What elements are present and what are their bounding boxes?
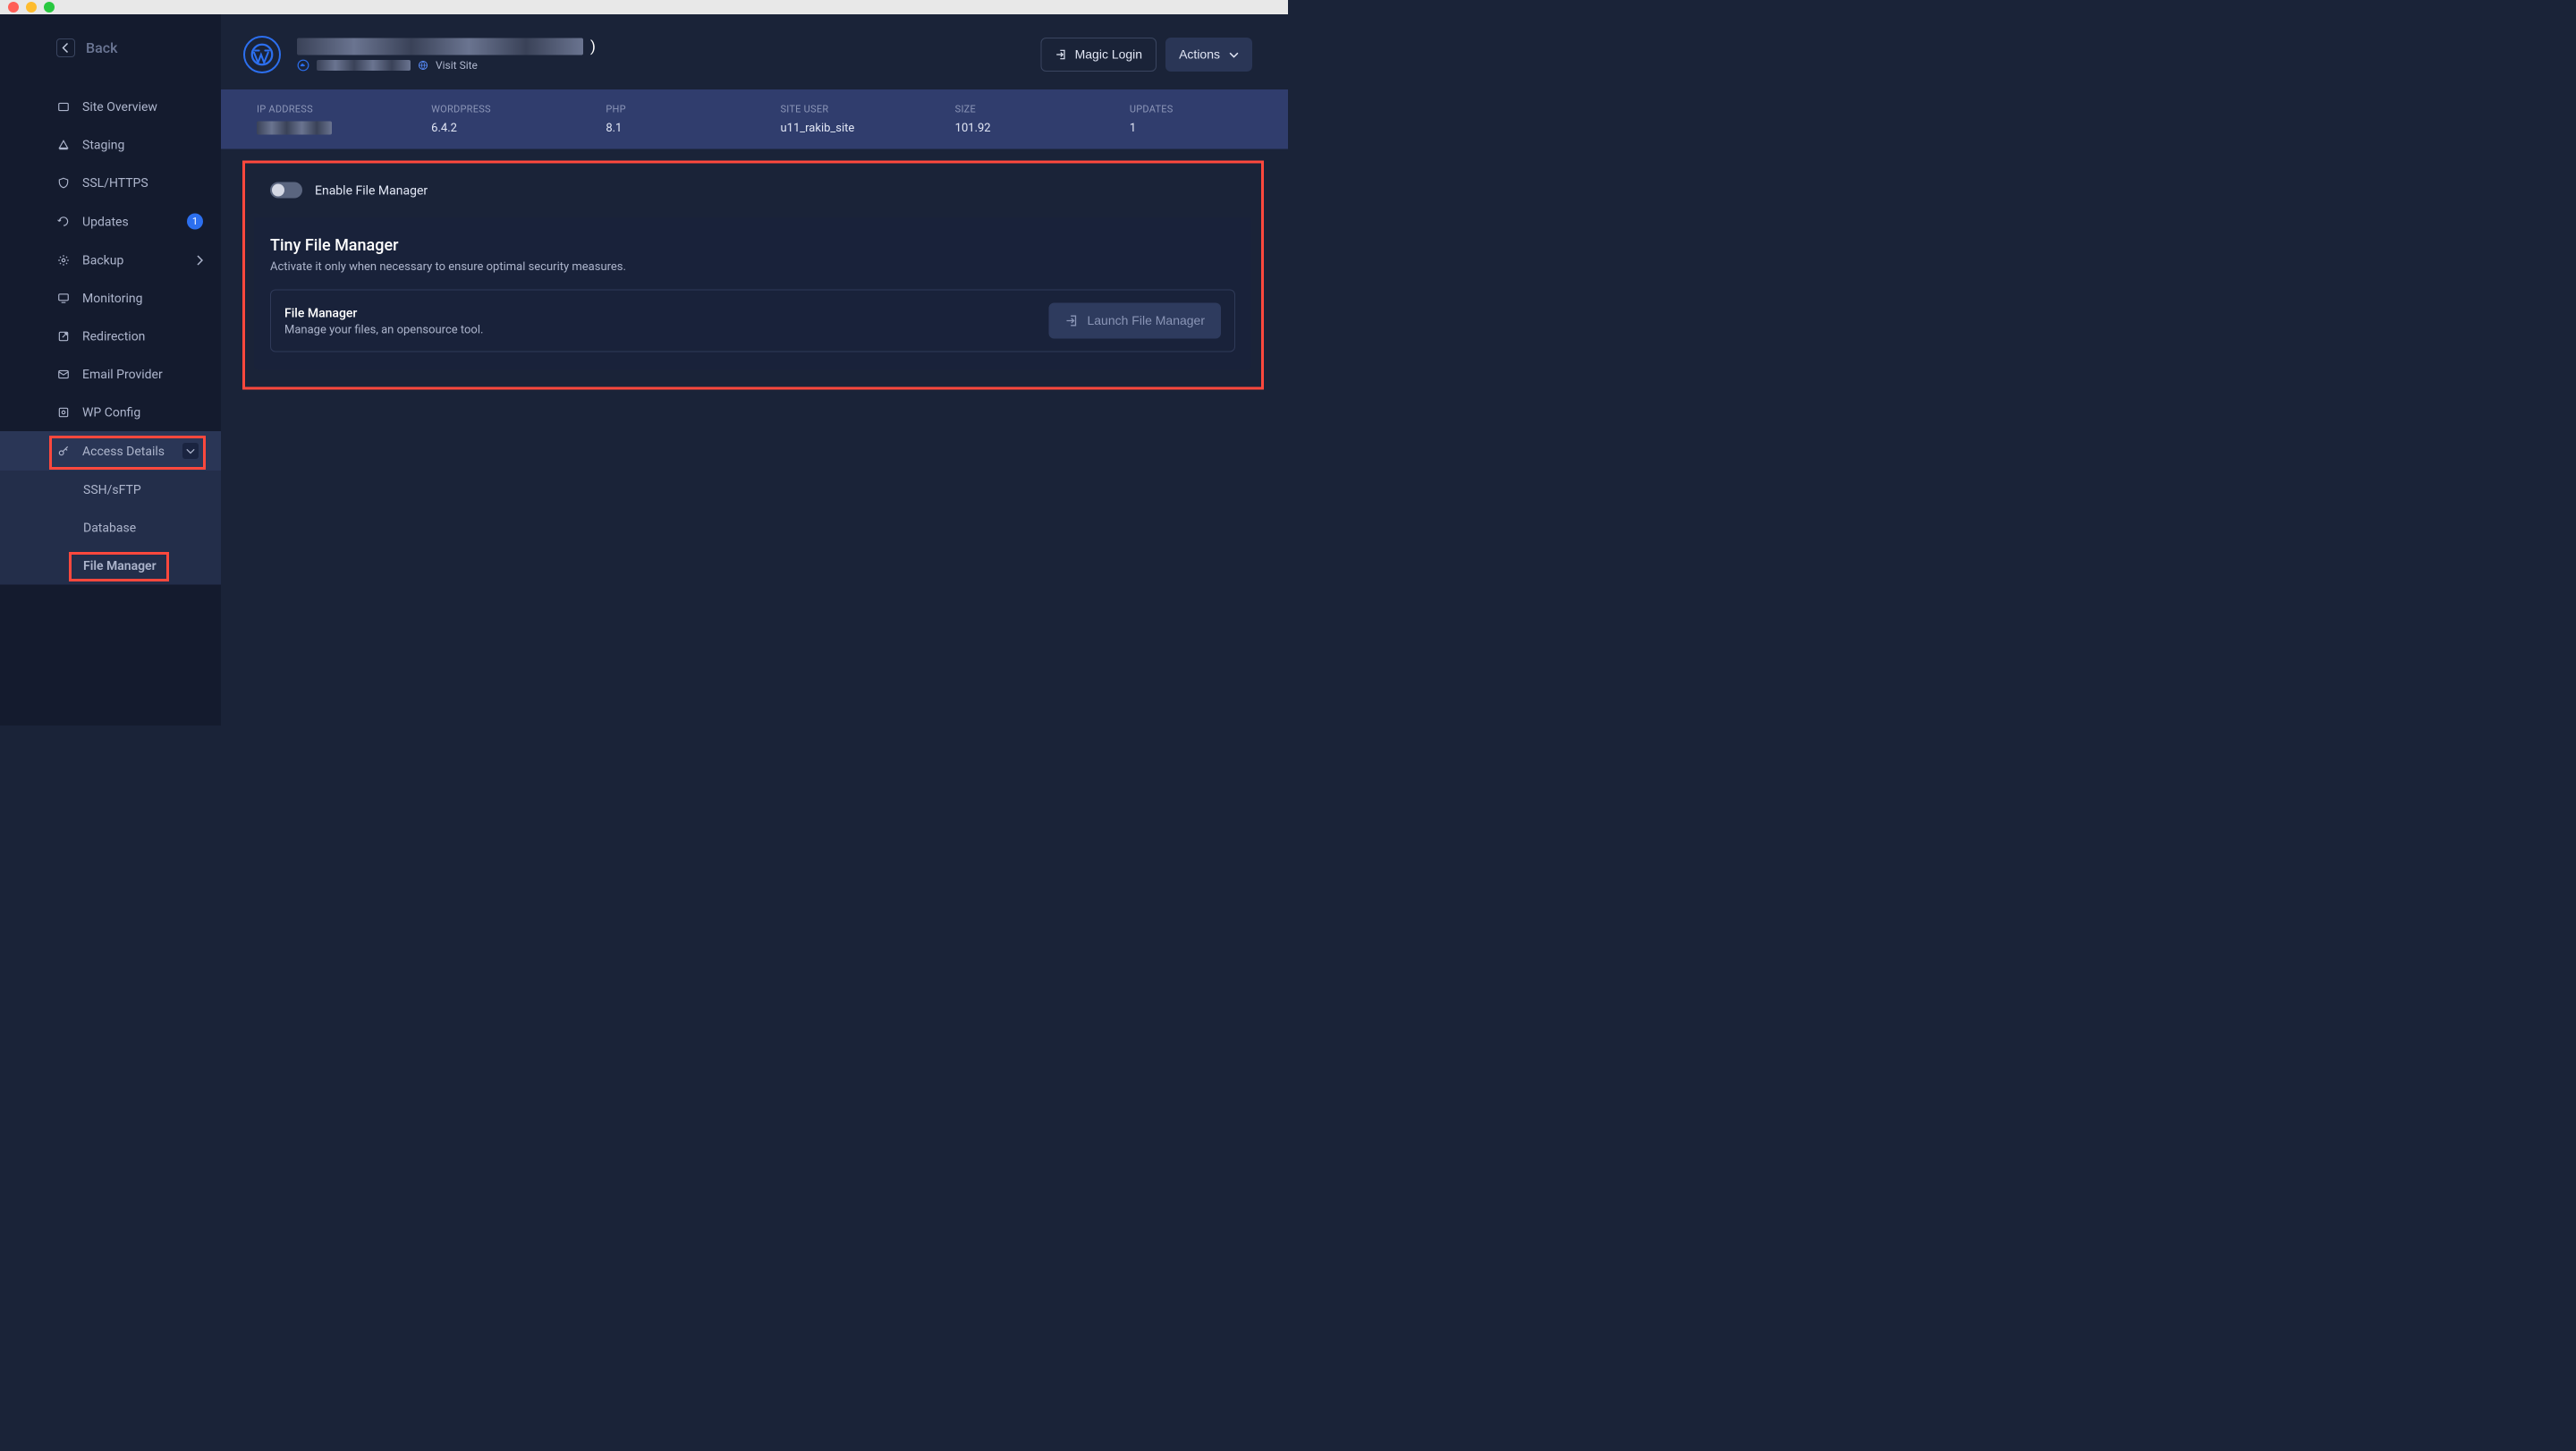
sidebar-item-ssl-https[interactable]: SSL/HTTPS bbox=[0, 164, 221, 202]
sidebar-item-database[interactable]: Database bbox=[0, 509, 221, 547]
sidebar-item-updates[interactable]: Updates 1 bbox=[0, 202, 221, 242]
actions-label: Actions bbox=[1179, 47, 1220, 62]
stat-label: PHP bbox=[606, 104, 748, 115]
monitor-icon bbox=[57, 292, 70, 304]
sidebar-item-label: Backup bbox=[82, 253, 123, 268]
stat-wordpress: WORDPRESS 6.4.2 bbox=[415, 89, 589, 149]
stat-value: 8.1 bbox=[606, 122, 748, 135]
stat-site-user: SITE USER u11_rakib_site bbox=[764, 89, 938, 149]
sidebar-item-label: SSH/sFTP bbox=[83, 482, 141, 497]
stat-value: u11_rakib_site bbox=[780, 122, 922, 135]
highlight-file-manager-panel bbox=[242, 161, 1264, 390]
minimize-window-button[interactable] bbox=[26, 2, 37, 13]
site-host-redacted bbox=[317, 60, 411, 71]
sidebar-item-wp-config[interactable]: WP Config bbox=[0, 394, 221, 432]
sidebar-item-label: Updates bbox=[82, 214, 129, 229]
app-root: Back Site Overview Staging SSL/HTTPS Upd… bbox=[0, 14, 1288, 726]
stat-label: WORDPRESS bbox=[431, 104, 573, 115]
window-chrome bbox=[0, 0, 1288, 14]
back-button[interactable] bbox=[56, 38, 75, 57]
actions-button[interactable]: Actions bbox=[1165, 38, 1252, 72]
sidebar-item-label: SSL/HTTPS bbox=[82, 175, 148, 191]
site-name-paren: ) bbox=[590, 38, 596, 55]
highlight-file-manager-nav bbox=[69, 552, 169, 581]
external-link-icon bbox=[57, 330, 70, 343]
stat-size: SIZE 101.92 bbox=[939, 89, 1114, 149]
stat-value: 1 bbox=[1130, 122, 1272, 135]
shield-icon bbox=[57, 176, 70, 189]
sidebar-item-site-overview[interactable]: Site Overview bbox=[0, 88, 221, 126]
stat-value-ip bbox=[257, 122, 399, 135]
stat-ip: IP ADDRESS bbox=[221, 89, 415, 149]
stats-bar: IP ADDRESS WORDPRESS 6.4.2 PHP 8.1 SITE … bbox=[221, 89, 1288, 149]
stat-label: IP ADDRESS bbox=[257, 104, 399, 115]
login-icon bbox=[1055, 48, 1068, 61]
back-row: Back bbox=[0, 38, 221, 57]
stat-label: SIZE bbox=[955, 104, 1097, 115]
sidebar-item-redirection[interactable]: Redirection bbox=[0, 318, 221, 356]
updates-badge: 1 bbox=[187, 214, 203, 230]
cloud-icon bbox=[297, 59, 309, 72]
staging-icon bbox=[57, 139, 70, 151]
wordpress-icon bbox=[250, 43, 275, 67]
sidebar-item-label: Site Overview bbox=[82, 99, 157, 115]
enable-file-manager-toggle[interactable] bbox=[270, 182, 302, 199]
sidebar-item-ssh-sftp[interactable]: SSH/sFTP bbox=[0, 471, 221, 509]
site-name-redacted bbox=[297, 38, 583, 55]
sidebar-item-label: Email Provider bbox=[82, 367, 163, 382]
sidebar-item-backup[interactable]: Backup bbox=[0, 242, 221, 280]
sidebar: Back Site Overview Staging SSL/HTTPS Upd… bbox=[0, 14, 221, 726]
chevron-down-icon bbox=[1229, 52, 1239, 58]
header-actions: Magic Login Actions bbox=[1041, 38, 1252, 72]
config-icon bbox=[57, 406, 70, 419]
chevron-right-icon bbox=[196, 255, 203, 266]
sidebar-item-label: Database bbox=[83, 521, 136, 536]
content-area: Enable File Manager Tiny File Manager Ac… bbox=[221, 149, 1288, 393]
sidebar-item-label: WP Config bbox=[82, 405, 140, 420]
overview-icon bbox=[57, 100, 70, 113]
maximize-window-button[interactable] bbox=[44, 2, 55, 13]
visit-row: Visit Site bbox=[297, 59, 1025, 72]
chevron-left-icon bbox=[63, 43, 70, 54]
globe-icon bbox=[418, 60, 428, 71]
magic-login-button[interactable]: Magic Login bbox=[1041, 38, 1157, 72]
stat-updates: UPDATES 1 bbox=[1114, 89, 1288, 149]
close-window-button[interactable] bbox=[8, 2, 19, 13]
sidebar-item-staging[interactable]: Staging bbox=[0, 126, 221, 165]
site-name-row: ) bbox=[297, 38, 1025, 55]
site-header: ) Visit Site Magic Login Actions bbox=[221, 14, 1288, 89]
back-label: Back bbox=[86, 39, 117, 56]
sidebar-item-monitoring[interactable]: Monitoring bbox=[0, 279, 221, 318]
ip-redacted bbox=[257, 122, 332, 135]
stat-php: PHP 8.1 bbox=[589, 89, 764, 149]
mail-icon bbox=[57, 368, 70, 380]
sidebar-item-email-provider[interactable]: Email Provider bbox=[0, 355, 221, 394]
gear-icon bbox=[57, 254, 70, 267]
site-info: ) Visit Site bbox=[297, 38, 1025, 72]
stat-value: 6.4.2 bbox=[431, 122, 573, 135]
refresh-icon bbox=[57, 216, 70, 228]
toggle-knob bbox=[272, 184, 284, 197]
sidebar-item-label: Redirection bbox=[82, 329, 145, 344]
sidebar-item-label: Monitoring bbox=[82, 291, 143, 306]
stat-value: 101.92 bbox=[955, 122, 1097, 135]
sidebar-item-label: Staging bbox=[82, 138, 124, 153]
main-content: ) Visit Site Magic Login Actions bbox=[221, 14, 1288, 726]
wordpress-logo bbox=[243, 36, 281, 73]
stat-label: UPDATES bbox=[1130, 104, 1272, 115]
highlight-access-details bbox=[49, 436, 206, 470]
magic-login-label: Magic Login bbox=[1075, 47, 1142, 62]
visit-site-link[interactable]: Visit Site bbox=[436, 59, 478, 72]
stat-label: SITE USER bbox=[780, 104, 922, 115]
